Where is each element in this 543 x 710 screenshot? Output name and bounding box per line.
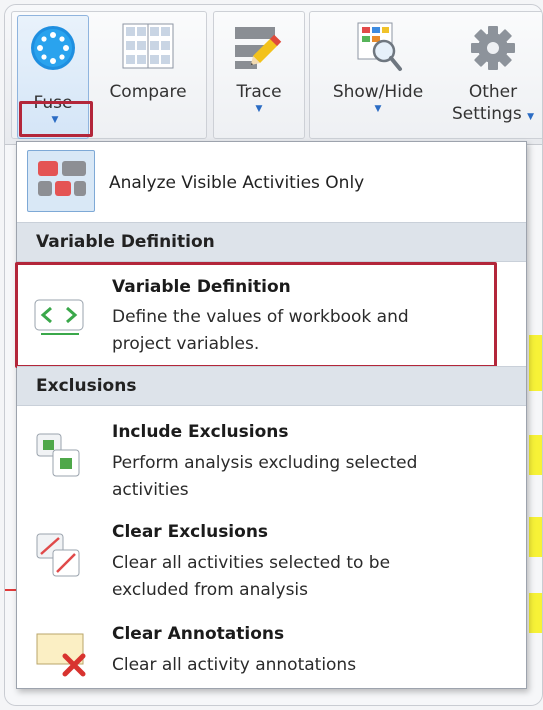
fuse-icon xyxy=(31,26,75,70)
clear-exclusions-desc-line1: Clear all activities selected to be xyxy=(112,553,391,573)
clear-exclusions-desc-line2: excluded from analysis xyxy=(112,580,309,600)
menu-item-include-exclusions[interactable]: Include Exclusions Perform analysis excl… xyxy=(17,408,526,506)
fuse-dropdown-menu: Analyze Visible Activities Only Variable… xyxy=(15,141,527,689)
sheet-highlight-cell xyxy=(529,593,542,633)
section-header-exclusions: Exclusions xyxy=(17,366,526,406)
pencil-icon xyxy=(235,27,282,69)
trace-dropdown-arrow[interactable]: ▼ xyxy=(219,103,299,115)
other-settings-label-line1: Other xyxy=(468,82,518,102)
include-exclusions-desc-line2: activities xyxy=(112,480,189,500)
menu-item-clear-annotations[interactable]: Clear Annotations Clear all activity ann… xyxy=(17,614,526,688)
clear-annotations-desc-line1: Clear all activity annotations xyxy=(112,655,357,675)
trace-button[interactable]: Trace ▼ xyxy=(219,19,299,137)
fuse-dropdown-arrow[interactable]: ▼ xyxy=(45,115,65,129)
compare-label: Compare xyxy=(109,82,187,102)
show-hide-icon xyxy=(357,22,402,71)
show-hide-label: Show/Hide xyxy=(332,82,424,102)
include-exclusions-desc-line1: Perform analysis excluding selected xyxy=(112,453,418,473)
show-hide-dropdown-arrow[interactable]: ▼ xyxy=(319,103,437,115)
compare-button[interactable]: Compare xyxy=(97,19,199,137)
include-exclusions-icon xyxy=(36,433,80,477)
other-settings-label-line2: Settings ▼ xyxy=(451,104,535,124)
sheet-highlight-cell xyxy=(529,435,542,475)
gear-icon xyxy=(471,26,515,70)
sheet-highlight-cell xyxy=(529,335,542,391)
show-hide-button[interactable]: Show/Hide ▼ xyxy=(319,19,437,137)
sheet-highlight-cell xyxy=(529,517,542,557)
compare-grid-icon xyxy=(122,23,174,69)
variable-definition-highlight xyxy=(15,262,497,368)
analyze-visible-label: Analyze Visible Activities Only xyxy=(109,173,365,193)
menu-item-clear-exclusions[interactable]: Clear Exclusions Clear all activities se… xyxy=(17,508,526,608)
clear-exclusions-icon xyxy=(36,533,80,577)
ribbon: Fuse ▼ Compare Trace ▼ Show/Hide ▼ Other… xyxy=(5,5,542,145)
include-exclusions-title: Include Exclusions xyxy=(112,422,289,442)
clear-annotations-title: Clear Annotations xyxy=(112,624,285,644)
clear-annotations-icon xyxy=(36,633,86,677)
other-settings-button[interactable]: Other Settings ▼ xyxy=(445,19,541,137)
other-settings-dropdown-arrow[interactable]: ▼ xyxy=(527,112,534,122)
section-header-variable-definition: Variable Definition xyxy=(17,222,526,262)
analyze-visible-icon xyxy=(27,150,95,212)
clear-exclusions-title: Clear Exclusions xyxy=(112,522,269,542)
menu-item-analyze-visible[interactable]: Analyze Visible Activities Only xyxy=(17,142,526,224)
trace-label: Trace xyxy=(236,82,282,102)
